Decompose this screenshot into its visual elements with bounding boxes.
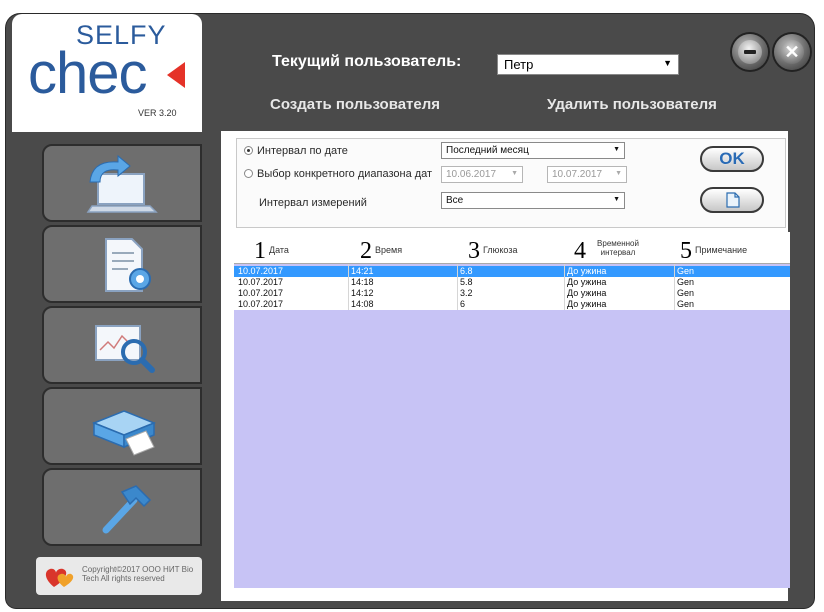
cell-time: 14:12 — [351, 288, 374, 298]
copyright-text: Copyright©2017 ООО НИТ Bio Tech All righ… — [82, 565, 194, 583]
radio-by-date[interactable]: Интервал по дате — [244, 145, 348, 157]
table-row[interactable]: 10.07.2017 14:12 3.2 До ужина Gen — [234, 288, 790, 299]
cell-note: Gen — [677, 299, 695, 309]
table-row[interactable]: 10.07.2017 14:08 6 До ужина Gen — [234, 299, 790, 310]
nav-analysis-button[interactable] — [42, 306, 202, 384]
chevron-down-icon: ▼ — [663, 58, 672, 68]
chevron-down-icon: ▼ — [511, 170, 518, 177]
chart-magnifier-icon — [95, 325, 155, 373]
logo-triangle-icon — [167, 62, 185, 88]
delete-user-link[interactable]: Удалить пользователя — [547, 96, 717, 113]
close-button[interactable]: ✕ — [774, 34, 810, 70]
cell-note: Gen — [677, 266, 695, 276]
column-divider — [674, 264, 675, 310]
date-interval-value: Последний месяц — [446, 145, 529, 156]
version-label: VER 3.20 — [138, 108, 177, 118]
nav-tools-button[interactable] — [42, 468, 202, 546]
document-gear-icon — [105, 238, 151, 292]
measure-interval-select[interactable]: Все ▼ — [441, 192, 625, 209]
current-user-select[interactable]: Петр ▼ — [497, 54, 679, 75]
column-divider — [457, 264, 458, 310]
close-icon: ✕ — [780, 40, 804, 64]
chevron-down-icon: ▼ — [613, 146, 620, 153]
cell-time: 14:21 — [351, 266, 374, 276]
logo-check-text: chec — [28, 41, 148, 106]
cell-time: 14:18 — [351, 277, 374, 287]
cell-interval: До ужина — [567, 299, 607, 309]
radio-by-date-label: Интервал по дате — [257, 145, 348, 157]
cell-glucose: 5.8 — [460, 277, 473, 287]
column-label: Примечание — [695, 245, 748, 255]
column-number: 4 — [574, 238, 586, 264]
column-label: Временной интервал — [597, 239, 639, 257]
current-user-value: Петр — [504, 57, 534, 72]
data-table: 1 Дата 2 Время 3 Глюкоза 4 Временной интерва… — [234, 232, 790, 588]
cell-time: 14:08 — [351, 299, 374, 309]
chevron-down-icon: ▼ — [615, 170, 622, 177]
cell-glucose: 6 — [460, 299, 466, 309]
column-header-glucose[interactable]: 3 Глюкоза — [468, 238, 517, 265]
nav-print-button[interactable] — [42, 387, 202, 465]
column-label: Время — [375, 245, 403, 255]
cell-note: Gen — [677, 277, 695, 287]
column-label: Глюкоза — [483, 245, 518, 255]
column-header-note[interactable]: 5 Примечание — [680, 238, 747, 265]
cell-interval: До ужина — [567, 277, 607, 287]
measure-interval-value: Все — [446, 195, 464, 206]
date-interval-select[interactable]: Последний месяц ▼ — [441, 142, 625, 159]
printer-icon — [91, 410, 157, 456]
ok-button-label: OK — [719, 149, 745, 168]
create-user-link[interactable]: Создать пользователя — [270, 96, 440, 113]
minimize-button[interactable] — [732, 34, 768, 70]
cell-glucose: 6.8 — [460, 266, 473, 276]
cell-interval: До ужина — [567, 266, 607, 276]
export-button[interactable] — [700, 187, 764, 213]
nav-settings-button[interactable] — [42, 225, 202, 303]
column-label: Дата — [269, 245, 289, 255]
minimize-icon — [738, 40, 762, 64]
heart-logo-icon — [45, 568, 74, 587]
column-header-date[interactable]: 1 Дата — [254, 238, 289, 265]
column-number: 1 — [254, 238, 266, 264]
nav-sync-button[interactable] — [42, 144, 202, 222]
copyright-area: Copyright©2017 ООО НИТ Bio Tech All righ… — [36, 557, 202, 595]
column-divider — [348, 264, 349, 310]
cell-date: 10.07.2017 — [238, 288, 284, 298]
ok-button[interactable]: OK — [700, 146, 764, 172]
cell-note: Gen — [677, 288, 695, 298]
column-header-interval[interactable]: 4 Временной интервал — [574, 238, 647, 265]
cell-date: 10.07.2017 — [238, 299, 284, 309]
cell-date: 10.07.2017 — [238, 277, 284, 287]
radio-date-range-label: Выбор конкретного диапазона дат — [257, 168, 433, 180]
column-divider — [564, 264, 565, 310]
range-to-picker[interactable]: 10.07.2017 ▼ — [547, 166, 627, 183]
range-to-value: 10.07.2017 — [552, 169, 603, 180]
radio-date-range[interactable]: Выбор конкретного диапазона дат — [244, 168, 432, 180]
laptop-arrow-icon — [86, 154, 158, 213]
radio-unchecked-icon — [244, 169, 253, 178]
document-icon — [726, 192, 740, 208]
column-number: 3 — [468, 238, 480, 264]
table-header: 1 Дата 2 Время 3 Глюкоза 4 Временной интерва… — [234, 232, 790, 264]
hammer-icon — [102, 485, 152, 534]
cell-date: 10.07.2017 — [238, 266, 284, 276]
chevron-down-icon: ▼ — [613, 196, 620, 203]
cell-interval: До ужина — [567, 288, 607, 298]
column-number: 2 — [360, 238, 372, 264]
radio-checked-icon — [244, 146, 253, 155]
cell-glucose: 3.2 — [460, 288, 473, 298]
table-row[interactable]: 10.07.2017 14:18 5.8 До ужина Gen — [234, 277, 790, 288]
current-user-label: Текущий пользователь: — [272, 53, 462, 70]
range-from-picker[interactable]: 10.06.2017 ▼ — [441, 166, 523, 183]
column-number: 5 — [680, 238, 692, 264]
table-row[interactable]: 10.07.2017 14:21 6.8 До ужина Gen — [234, 266, 790, 277]
column-header-time[interactable]: 2 Время — [360, 238, 402, 265]
range-from-value: 10.06.2017 — [446, 169, 497, 180]
measure-interval-label: Интервал измерений — [259, 197, 367, 209]
